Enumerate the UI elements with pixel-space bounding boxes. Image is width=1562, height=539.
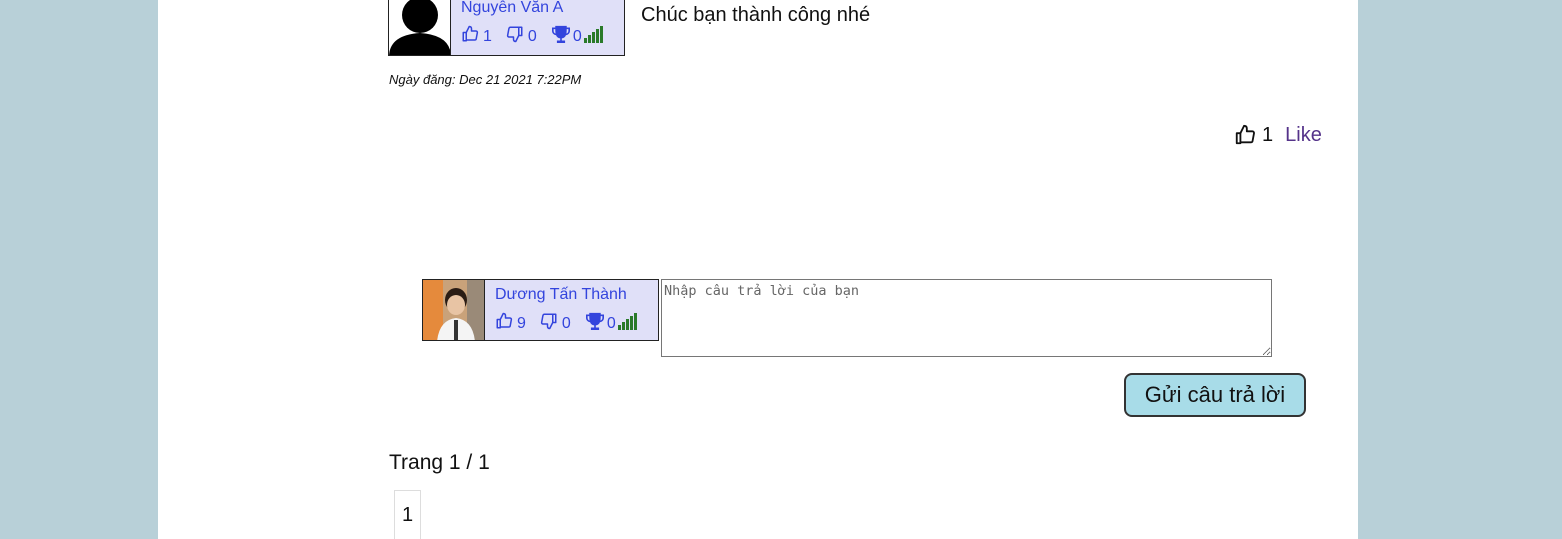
default-avatar-icon[interactable]	[389, 0, 451, 55]
comment-text: Chúc bạn thành công nhé	[641, 4, 871, 26]
signal-bars-icon	[617, 312, 638, 335]
comment-date: Ngày đăng: Dec 21 2021 7:22PM	[389, 72, 582, 87]
current-user-name[interactable]: Dương Tấn Thành	[495, 286, 638, 304]
thumbs-down-icon	[506, 25, 524, 48]
current-user-likes: 9	[517, 314, 526, 332]
pagination-label: Trang 1 / 1	[389, 451, 490, 474]
pagination-page-1[interactable]: 1	[394, 490, 421, 539]
current-user-dislikes: 0	[561, 314, 571, 332]
comment-author-name[interactable]: Nguyễn Văn A	[461, 0, 604, 17]
signal-bars-icon	[583, 25, 604, 48]
like-button[interactable]: Like	[1285, 124, 1322, 147]
comment-author-dislikes: 0	[527, 27, 537, 45]
trophy-icon	[551, 25, 571, 48]
thumbs-up-icon[interactable]	[1234, 123, 1256, 147]
comment-author-trophies: 0	[572, 27, 582, 45]
main-content: Nguyễn Văn A 1 0 0 Chúc bạn thành công n…	[158, 0, 1358, 539]
thumbs-up-icon	[495, 312, 513, 335]
trophy-icon	[585, 312, 605, 335]
current-user-stats: 9 0 0	[495, 312, 638, 335]
thumbs-down-icon	[540, 312, 558, 335]
comment-author-card: Nguyễn Văn A 1 0 0	[388, 0, 625, 56]
comment-like-row: 1 Like	[1234, 123, 1322, 147]
current-user-card: Dương Tấn Thành 9 0 0	[422, 279, 659, 341]
current-user-trophies: 0	[606, 314, 616, 332]
comment-like-count: 1	[1262, 123, 1274, 146]
thumbs-up-icon	[461, 25, 479, 48]
comment-author-likes: 1	[483, 27, 492, 45]
comment-author-stats: 1 0 0	[461, 25, 604, 48]
reply-textarea[interactable]	[661, 279, 1272, 357]
user-avatar[interactable]	[423, 280, 485, 340]
submit-reply-button[interactable]: Gửi câu trả lời	[1124, 373, 1306, 417]
